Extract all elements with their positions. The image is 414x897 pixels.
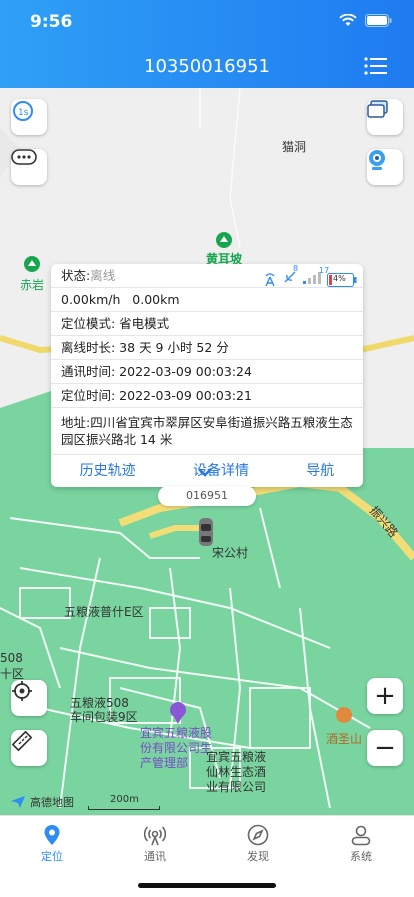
home-indicator [138, 883, 276, 888]
cell-signal: 17 [303, 266, 329, 287]
device-number-title: 10350016951 [144, 56, 270, 77]
map-layer-button[interactable] [367, 99, 403, 135]
status-label: 状态: [61, 268, 91, 283]
svg-text:1s: 1s [18, 108, 29, 118]
amap-logo-icon [11, 796, 25, 808]
wifi-icon [339, 14, 357, 26]
antenna-icon [265, 273, 275, 287]
zoom-out-button[interactable]: − [367, 730, 403, 766]
user-icon [351, 825, 371, 846]
tab-communication[interactable]: 通讯 [125, 822, 185, 864]
refresh-1s-icon: 1s [13, 101, 33, 121]
device-car-marker [199, 518, 213, 546]
history-track-button[interactable]: 历史轨迹 [80, 455, 136, 487]
navigate-button[interactable]: 导航 [306, 455, 334, 487]
camera-button[interactable] [367, 149, 403, 185]
tab-system[interactable]: 系统 [331, 822, 391, 864]
device-id-label[interactable]: 016951 [158, 486, 256, 506]
crosshair-icon [12, 681, 32, 701]
poi-huangerpo-marker [216, 232, 232, 248]
list-menu-icon[interactable] [364, 56, 388, 76]
map-label-wuliangye-pu-e: 五粮液普什E区 [64, 605, 144, 619]
loc-time-row: 定位时间: 2022-03-09 00:03:21 [51, 384, 363, 408]
address-row: 地址:四川省宜宾市翠屏区安阜街道振兴路五粮液生态园区振兴路北 14 米 [51, 408, 363, 455]
mode-row: 定位模式: 省电模式 [51, 312, 363, 336]
map-label-partial-508: 508 [0, 651, 23, 665]
scale-bar [88, 806, 160, 810]
locate-me-button[interactable] [11, 680, 47, 716]
more-options-button[interactable] [11, 149, 47, 185]
map-label-chiyan: 赤岩 [20, 278, 45, 292]
tab-discover-label: 发现 [247, 850, 269, 863]
card-pointer-icon [198, 468, 212, 477]
location-pin-icon [44, 825, 60, 845]
gps-signal: 8 [283, 264, 298, 287]
speed-row: 0.00km/h 0.00km [51, 288, 363, 312]
tab-location[interactable]: 定位 [22, 822, 82, 864]
map-label-forest: 宜宾五粮液 仙林生态酒 业有限公司 [206, 750, 267, 794]
map-label-company: 宜宾五粮液股 份有限公司生 产管理部 [140, 726, 213, 770]
status-time: 9:56 [30, 12, 73, 32]
battery-icon [365, 14, 392, 27]
tab-discover[interactable]: 发现 [228, 822, 288, 864]
compass-icon [247, 824, 269, 846]
status-value: 离线 [90, 268, 116, 283]
comm-time-row: 通讯时间: 2022-03-09 00:03:24 [51, 360, 363, 384]
scale-text: 200m [110, 794, 139, 805]
webcam-icon [369, 150, 385, 170]
map-label-maodong: 猫洞 [282, 140, 307, 154]
map-label-jiushengshan: 酒圣山 [326, 732, 363, 746]
tab-communication-label: 通讯 [144, 850, 166, 863]
tab-system-label: 系统 [350, 850, 372, 863]
device-battery-text: 4% [333, 274, 346, 283]
more-dots-icon [11, 149, 37, 165]
refresh-interval-button[interactable]: 1s [11, 99, 47, 135]
offline-duration-row: 离线时长: 38 天 9 小时 52 分 [51, 336, 363, 360]
app-header: 9:56 10350016951 [0, 0, 414, 88]
gps-signal-count: 8 [293, 264, 299, 273]
device-battery: 4% [327, 273, 357, 287]
amap-brand-text: 高德地图 [30, 796, 74, 809]
card-status-icons: 8 17 4% [263, 264, 357, 287]
map-label-workshop: 五粮液508 车间包装9区 [70, 696, 138, 724]
map-label-songgongcun: 宋公村 [212, 546, 249, 560]
amap-logo: 高德地图 [10, 794, 74, 810]
ruler-icon [11, 730, 33, 752]
broadcast-icon [144, 826, 166, 846]
zoom-in-button[interactable]: + [367, 678, 403, 714]
device-info-card: 状态:离线 8 17 4% 0.00km/h 0.00km 定位模式: 省电模式… [51, 264, 363, 487]
tab-location-label: 定位 [41, 850, 63, 863]
ruler-button[interactable] [11, 730, 47, 766]
status-indicators [339, 14, 392, 27]
layers-icon [367, 100, 388, 118]
